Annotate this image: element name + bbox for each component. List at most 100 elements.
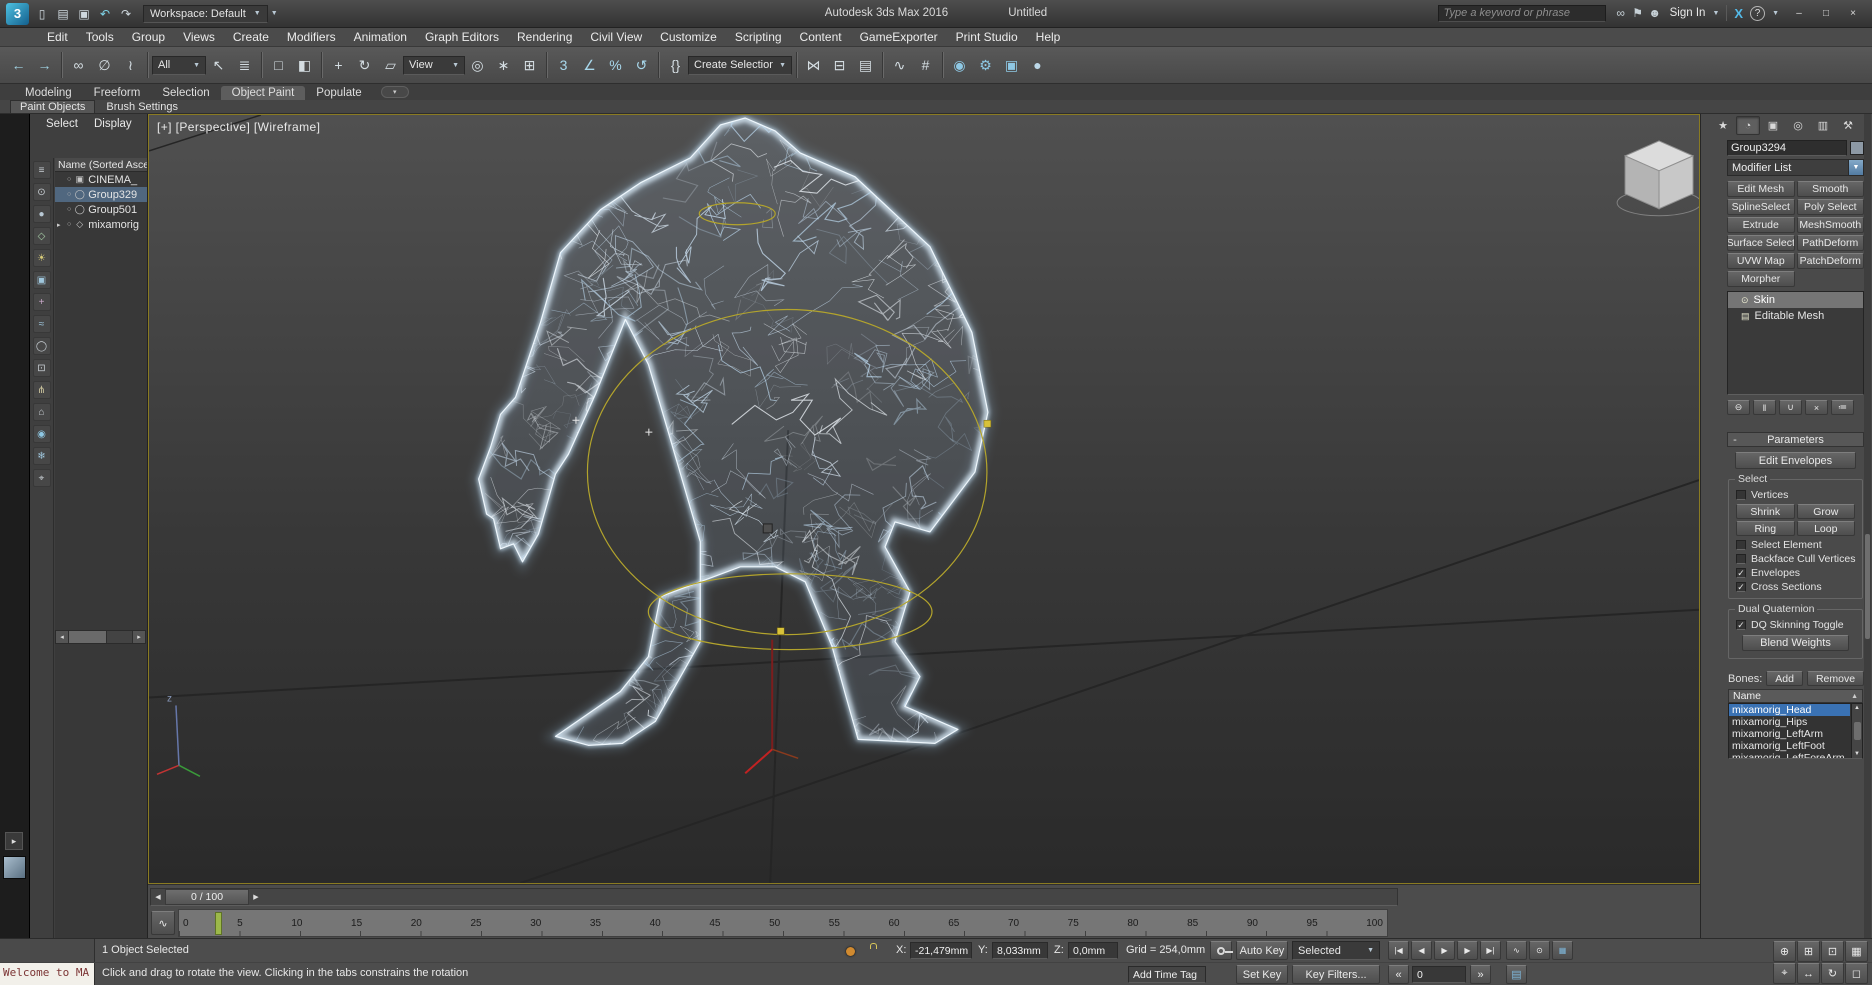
workspace-extra-caret-icon[interactable]: ▼ [271,10,278,17]
show-shapes-icon[interactable]: ◇ [33,227,51,245]
cross-sections-checkbox[interactable]: Cross Sections [1732,580,1859,594]
time-config-icon[interactable]: ⊙ [1529,941,1550,960]
ribbon-collapse-icon[interactable]: ▾ [381,86,409,98]
ribbon-subtab[interactable]: Paint Objects [10,100,95,113]
timeline-ruler[interactable]: 0510152025303540455055606570758085909510… [178,909,1388,937]
next-frame-arrow-icon[interactable]: ▶ [249,889,263,905]
x-coordinate-field[interactable]: -21,479mm [910,942,972,959]
z-coordinate-field[interactable]: 0,0mm [1068,942,1118,959]
move-icon[interactable]: + [326,53,351,78]
scroll-thumb[interactable] [1854,722,1861,740]
schematic-view-icon[interactable]: # [913,53,938,78]
zoom-extents-all-icon[interactable]: ▦ [1845,941,1868,962]
utilities-tab-icon[interactable]: ⚒ [1836,116,1860,135]
ring-button[interactable]: Ring [1736,521,1795,536]
mirror-icon[interactable]: ⋈ [801,53,826,78]
modifier-stack-item[interactable]: ⊙ Skin [1728,292,1863,308]
x-logo-icon[interactable]: X [1734,6,1743,21]
parameters-rollout-header[interactable]: - Parameters [1727,432,1864,447]
bone-list-item[interactable]: mixamorig_Hips [1729,716,1850,728]
y-coordinate-field[interactable]: 8,033mm [992,942,1048,959]
scene-item-group3294[interactable]: ○ ◯ Group329 [55,187,147,202]
remove-modifier-icon[interactable]: × [1805,400,1828,415]
go-end-icon[interactable]: ▶| [1480,941,1501,960]
show-groups-icon[interactable]: ◯ [33,337,51,355]
workspace-dropdown[interactable]: Workspace: Default ▼ [143,5,268,23]
menu-item[interactable]: Edit [38,30,77,44]
remove-bone-button[interactable]: Remove [1807,671,1864,686]
visibility-dot-icon[interactable]: ○ [67,206,71,213]
pan-icon[interactable]: ↔ [1797,963,1820,984]
modifier-button[interactable]: SplineSelect [1727,199,1795,215]
layout-expand-icon[interactable]: ▸ [5,832,23,850]
favorites-icon[interactable]: ⚑ [1630,6,1646,20]
select-by-name-icon[interactable]: ≣ [232,53,257,78]
show-xrefs-icon[interactable]: ⊡ [33,359,51,377]
edit-envelopes-button[interactable]: Edit Envelopes [1735,452,1856,469]
transform-gizmo[interactable] [745,640,798,774]
wireframe-model[interactable] [420,115,1083,781]
reference-coordinate-dropdown[interactable]: View ▼ [403,56,465,75]
prev-frame-arrow-icon[interactable]: ◀ [151,889,165,905]
scene-item-mixamorig[interactable]: ▸ ○ ◇ mixamorig [55,217,147,232]
show-helpers-icon[interactable]: + [33,293,51,311]
scroll-track[interactable] [107,631,132,643]
rotate-icon[interactable]: ↻ [352,53,377,78]
bone-list-header[interactable]: Name ▲ [1728,689,1863,703]
sign-in-caret-icon[interactable]: ▼ [1712,10,1719,17]
set-keys-icon[interactable] [1210,941,1232,960]
vertices-checkbox[interactable]: Vertices [1732,488,1859,502]
align-icon[interactable]: ⊟ [827,53,852,78]
percent-snap-icon[interactable]: % [603,53,628,78]
zoom-icon[interactable]: ⊕ [1773,941,1796,962]
modifier-button[interactable]: PathDeform [1797,235,1865,251]
modifier-icon[interactable]: ▤ [1741,311,1750,322]
scroll-right-icon[interactable]: ▸ [132,631,145,643]
scene-item-group501[interactable]: ○ ◯ Group501 [55,202,147,217]
max-logo-icon[interactable]: 3 [6,3,29,25]
add-bone-button[interactable]: Add [1766,671,1803,686]
shrink-button[interactable]: Shrink [1736,504,1795,519]
angle-snap-icon[interactable]: ∠ [577,53,602,78]
search-input[interactable] [1438,5,1606,22]
make-unique-icon[interactable]: ∪ [1779,400,1802,415]
scroll-thumb[interactable] [69,631,107,643]
spinner-snap-icon[interactable]: ↺ [629,53,654,78]
curve-editor-icon[interactable]: ∿ [887,53,912,78]
next-frame-icon[interactable]: ▶ [1457,941,1478,960]
modifier-button[interactable]: Poly Select [1797,199,1865,215]
open-listener-icon[interactable]: ▤ [1506,965,1527,984]
display-tab-icon[interactable]: ▥ [1811,116,1835,135]
go-start-icon[interactable]: |◀ [1388,941,1409,960]
add-time-tag[interactable]: Add Time Tag [1128,966,1206,983]
motion-tab-icon[interactable]: ◎ [1786,116,1810,135]
save-file-icon[interactable]: ▣ [74,4,94,24]
show-lights-icon[interactable]: ☀ [33,249,51,267]
key-mode-dropdown[interactable]: Selected ▼ [1292,941,1380,960]
redo-icon[interactable]: ↷ [116,4,136,24]
backface-cull-checkbox[interactable]: Backface Cull Vertices [1732,552,1859,566]
zoom-extents-icon[interactable]: ⊡ [1821,941,1844,962]
layout-thumbnail[interactable] [3,856,26,879]
explorer-menu[interactable]: Display [94,118,132,136]
modifier-stack-item[interactable]: ▤ Editable Mesh [1728,308,1863,324]
render-setup-icon[interactable]: ⚙ [973,53,998,78]
maxscript-mini-listener[interactable]: Welcome to MA [0,963,95,985]
explorer-hscrollbar[interactable]: ◂ ▸ [55,630,146,644]
menu-item[interactable]: Create [224,30,278,44]
rect-region-icon[interactable]: □ [266,53,291,78]
show-cameras-icon[interactable]: ▣ [33,271,51,289]
viewport-label[interactable]: [+] [Perspective] [Wireframe] [157,120,320,134]
show-containers-icon[interactable]: ⌂ [33,403,51,421]
menu-item[interactable]: Print Studio [947,30,1027,44]
modifier-button[interactable]: Extrude [1727,217,1795,233]
close-icon[interactable]: × [1840,4,1866,22]
snap-toggle-icon[interactable]: 3 [551,53,576,78]
find-icon[interactable]: ⌖ [33,469,51,487]
menu-item[interactable]: Group [123,30,174,44]
new-scene-icon[interactable]: ▯ [32,4,52,24]
bone-list-item[interactable]: mixamorig_LeftArm [1729,728,1850,740]
hierarchy-tab-icon[interactable]: ▣ [1761,116,1785,135]
show-end-result-icon[interactable]: ‖ [1753,400,1776,415]
play-icon[interactable]: ▶ [1434,941,1455,960]
